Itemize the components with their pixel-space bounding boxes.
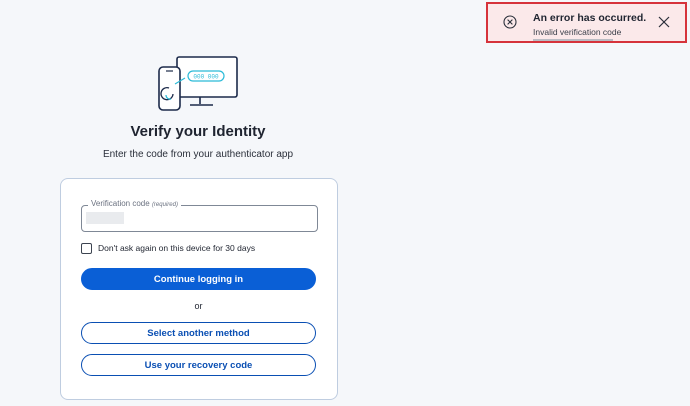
screen-code-text: 000 000 bbox=[193, 74, 219, 81]
continue-button[interactable]: Continue logging in bbox=[81, 268, 316, 290]
verification-card: Verification code (required) Don't ask a… bbox=[60, 178, 338, 400]
close-icon[interactable] bbox=[658, 16, 670, 28]
recovery-code-button[interactable]: Use your recovery code bbox=[81, 354, 316, 376]
required-hint: (required) bbox=[151, 202, 178, 208]
remember-checkbox[interactable] bbox=[81, 242, 92, 254]
or-divider: or bbox=[194, 301, 203, 311]
toast-message: Invalid verification code bbox=[533, 27, 622, 37]
verification-code-field[interactable]: Verification code (required) bbox=[81, 199, 318, 232]
toast-title: An error has occurred. bbox=[533, 12, 647, 24]
error-circle-icon bbox=[503, 15, 517, 29]
page-subtitle: Enter the code from your authenticator a… bbox=[102, 149, 294, 160]
remember-label: Don't ask again on this device for 30 da… bbox=[98, 243, 256, 253]
toast-progress-bar bbox=[533, 39, 613, 41]
authenticator-illustration: 000 000 bbox=[158, 56, 238, 111]
error-toast: An error has occurred. Invalid verificat… bbox=[486, 2, 687, 43]
verification-code-label: Verification code (required) bbox=[88, 199, 181, 208]
page-title: Verify your Identity bbox=[130, 123, 266, 140]
select-method-button[interactable]: Select another method bbox=[81, 322, 316, 344]
field-label-text: Verification code bbox=[91, 199, 150, 208]
verification-code-input[interactable] bbox=[86, 212, 124, 224]
remember-device[interactable]: Don't ask again on this device for 30 da… bbox=[81, 241, 255, 255]
